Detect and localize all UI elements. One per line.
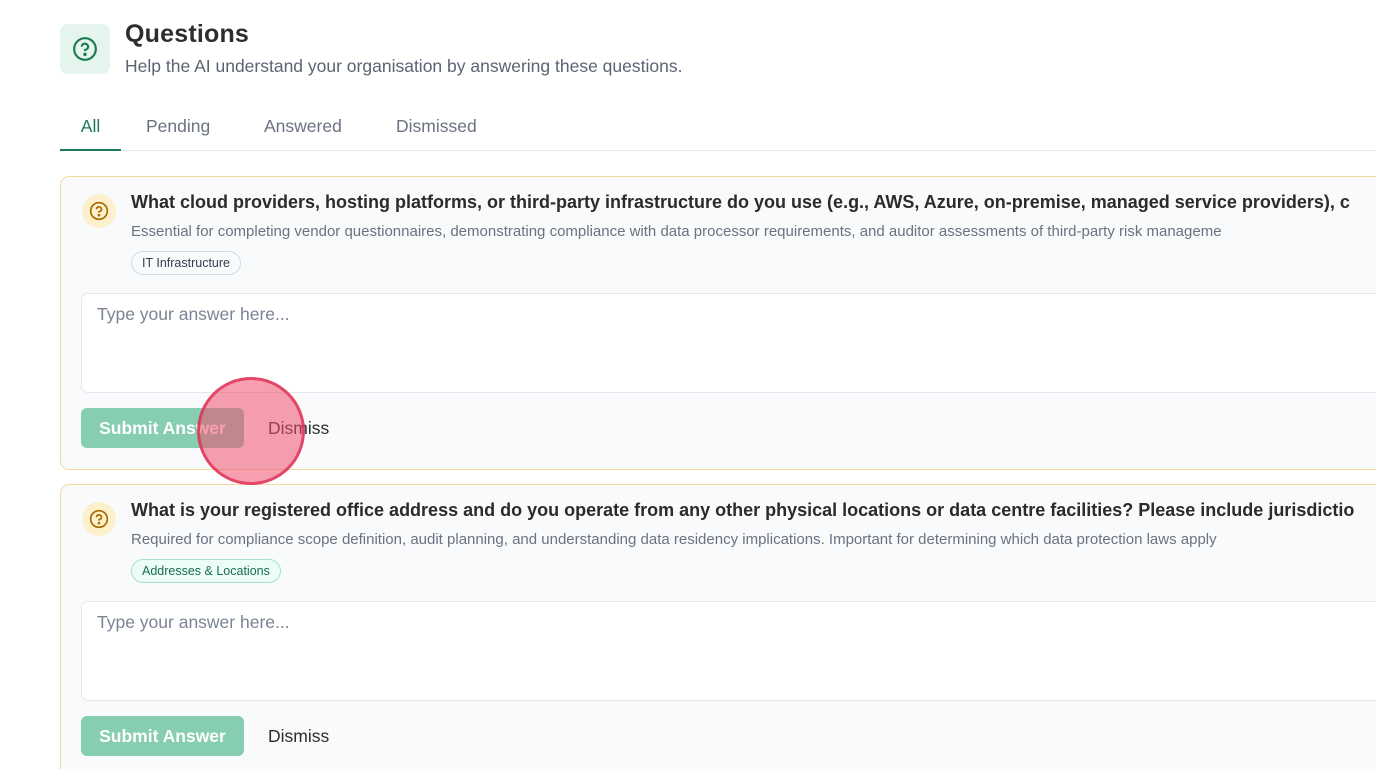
category-tag: Addresses & Locations (131, 559, 281, 583)
page-subtitle: Help the AI understand your organisation… (125, 56, 683, 76)
answer-input[interactable] (81, 601, 1376, 701)
question-text: What cloud providers, hosting platforms,… (131, 192, 1350, 212)
question-icon-badge (82, 194, 116, 228)
tab-answered[interactable]: Answered (264, 110, 342, 150)
question-card: What cloud providers, hosting platforms,… (60, 176, 1376, 470)
dismiss-button[interactable]: Dismiss (268, 716, 329, 756)
answer-input[interactable] (81, 293, 1376, 393)
submit-answer-button[interactable]: Submit Answer (81, 408, 244, 448)
submit-answer-button[interactable]: Submit Answer (81, 716, 244, 756)
questions-page: Questions Help the AI understand your or… (0, 0, 1376, 769)
tab-dismissed[interactable]: Dismissed (396, 110, 477, 150)
question-description: Required for compliance scope definition… (131, 531, 1217, 548)
question-icon-badge (82, 502, 116, 536)
page-title: Questions (125, 20, 250, 48)
question-text: What is your registered office address a… (131, 500, 1355, 520)
header-icon-box (60, 24, 110, 74)
question-circle-icon (89, 201, 109, 221)
question-description: Essential for completing vendor question… (131, 223, 1222, 240)
question-card: What is your registered office address a… (60, 484, 1376, 769)
question-circle-icon (89, 509, 109, 529)
question-circle-icon (73, 37, 97, 61)
dismiss-button[interactable]: Dismiss (268, 408, 329, 448)
category-tag: IT Infrastructure (131, 251, 241, 275)
tab-bar: All Pending Answered Dismissed (60, 110, 1376, 151)
tab-pending[interactable]: Pending (146, 110, 210, 150)
tab-all[interactable]: All (60, 110, 121, 151)
